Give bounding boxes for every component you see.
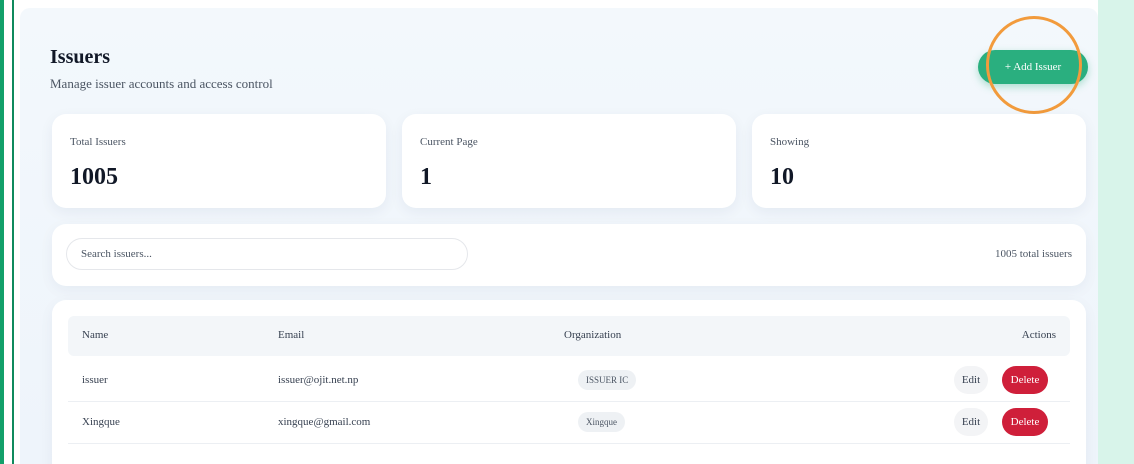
main-content: Issuers Manage issuer accounts and acces…	[20, 8, 1098, 464]
stat-value: 1	[420, 164, 432, 190]
delete-button[interactable]: Delete	[1002, 408, 1048, 436]
total-issuers-count: 1005 total issuers	[995, 248, 1072, 260]
page-subtitle: Manage issuer accounts and access contro…	[50, 76, 273, 91]
column-header-email: Email	[278, 329, 305, 341]
sidebar-divider	[12, 0, 14, 464]
stat-card-current-page: Current Page 1	[402, 114, 736, 208]
stat-value: 1005	[70, 164, 118, 190]
issuer-name: Xingque	[82, 416, 120, 428]
delete-button[interactable]: Delete	[1002, 366, 1048, 394]
search-bar-card: 1005 total issuers	[52, 224, 1086, 286]
sidebar-gutter	[4, 0, 12, 464]
column-header-actions: Actions	[1021, 329, 1056, 341]
edit-button[interactable]: Edit	[954, 366, 988, 394]
search-input[interactable]	[66, 238, 468, 270]
add-issuer-button[interactable]: + Add Issuer	[978, 50, 1088, 84]
table-row: issuer issuer@ojit.net.np ISSUER IC Edit…	[68, 360, 1070, 402]
column-header-organization: Organization	[564, 329, 622, 341]
issuer-name: issuer	[82, 374, 108, 386]
column-header-name: Name	[82, 329, 109, 341]
organization-badge: ISSUER IC	[578, 370, 637, 390]
edit-button[interactable]: Edit	[954, 408, 988, 436]
issuers-table: Name Email Organization Actions issuer i…	[52, 300, 1086, 464]
organization-badge: Xingque	[578, 412, 625, 432]
stat-card-showing: Showing 10	[752, 114, 1086, 208]
stat-value: 10	[770, 164, 794, 190]
issuer-email: issuer@ojit.net.np	[278, 374, 359, 386]
stat-label: Showing	[770, 136, 810, 148]
table-header: Name Email Organization Actions	[68, 316, 1070, 356]
stat-label: Current Page	[420, 136, 478, 148]
page-title: Issuers	[50, 46, 111, 68]
right-side-panel	[1098, 0, 1134, 464]
issuer-email: xingque@gmail.com	[278, 416, 371, 428]
stat-label: Total Issuers	[70, 136, 126, 148]
stat-card-total-issuers: Total Issuers 1005	[52, 114, 386, 208]
table-row: Xingque xingque@gmail.com Xingque Edit D…	[68, 402, 1070, 444]
